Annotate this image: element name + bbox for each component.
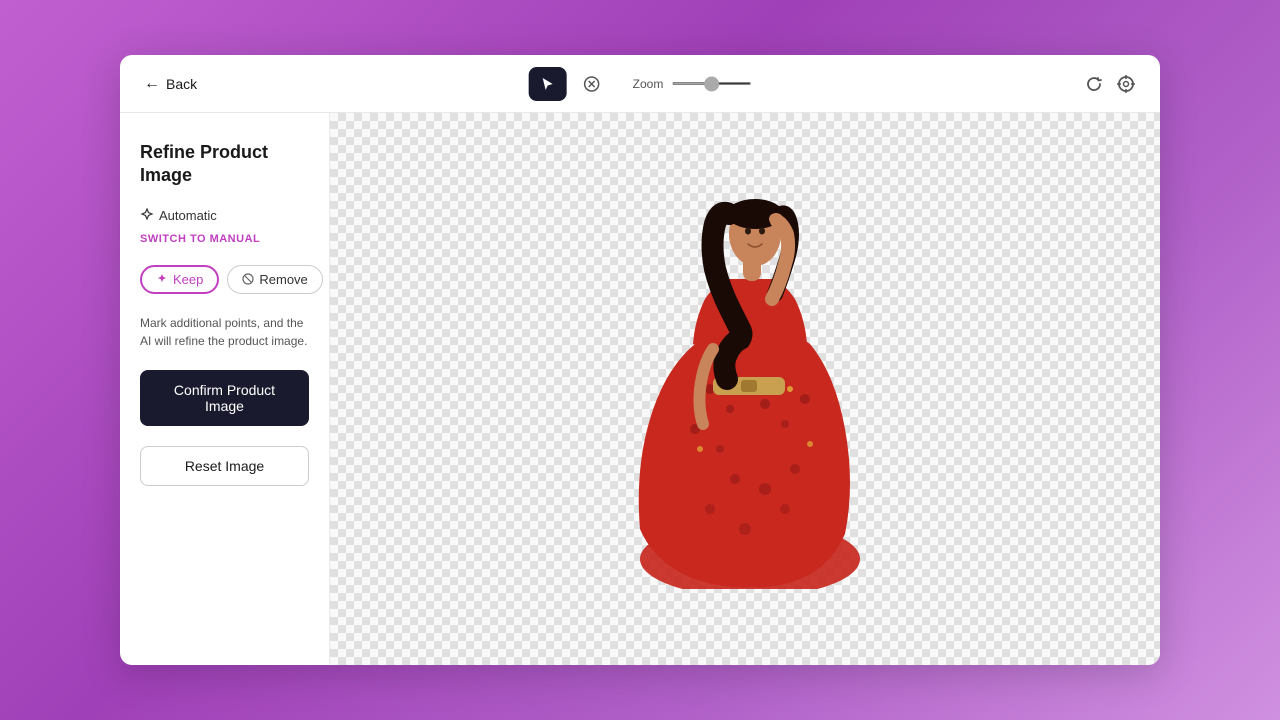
switch-manual-button[interactable]: SWITCH TO MANUAL [140,233,260,245]
image-container [565,189,925,589]
reset-button[interactable]: Reset Image [140,446,309,486]
mode-row: Automatic SWITCH TO MANUAL [140,208,309,245]
back-arrow-icon: ← [144,75,160,93]
zoom-slider[interactable] [671,82,751,85]
back-label: Back [166,76,197,92]
sidebar: Refine Product Image Automatic SWITCH TO… [120,113,330,665]
remove-icon [242,273,254,285]
canvas-area[interactable] [330,113,1160,665]
main-window: ← Back Zoom [120,55,1160,665]
hint-text: Mark additional points, and the AI will … [140,314,309,350]
confirm-button[interactable]: Confirm Product Image [140,370,309,426]
auto-mode-icon [140,208,154,222]
remove-button[interactable]: Remove [227,265,322,294]
main-content: Refine Product Image Automatic SWITCH TO… [120,113,1160,665]
zoom-section: Zoom [633,77,752,91]
eraser-tool-button[interactable] [575,67,609,101]
product-image [565,189,925,589]
arrow-tool-icon [540,76,556,92]
zoom-label: Zoom [633,77,664,91]
target-button[interactable] [1116,74,1136,94]
rotate-icon [1084,74,1104,94]
toolbar: ← Back Zoom [120,55,1160,113]
keep-icon [156,273,168,285]
toolbar-right [1084,74,1136,94]
page-title: Refine Product Image [140,141,309,188]
keep-remove-row: Keep Remove [140,265,309,294]
toolbar-center-tools: Zoom [529,67,752,101]
eraser-tool-icon [583,75,601,93]
rotate-button[interactable] [1084,74,1104,94]
arrow-tool-button[interactable] [529,67,567,101]
target-icon [1116,74,1136,94]
keep-button[interactable]: Keep [140,265,219,294]
mode-label: Automatic [140,208,217,223]
back-button[interactable]: ← Back [144,75,197,93]
